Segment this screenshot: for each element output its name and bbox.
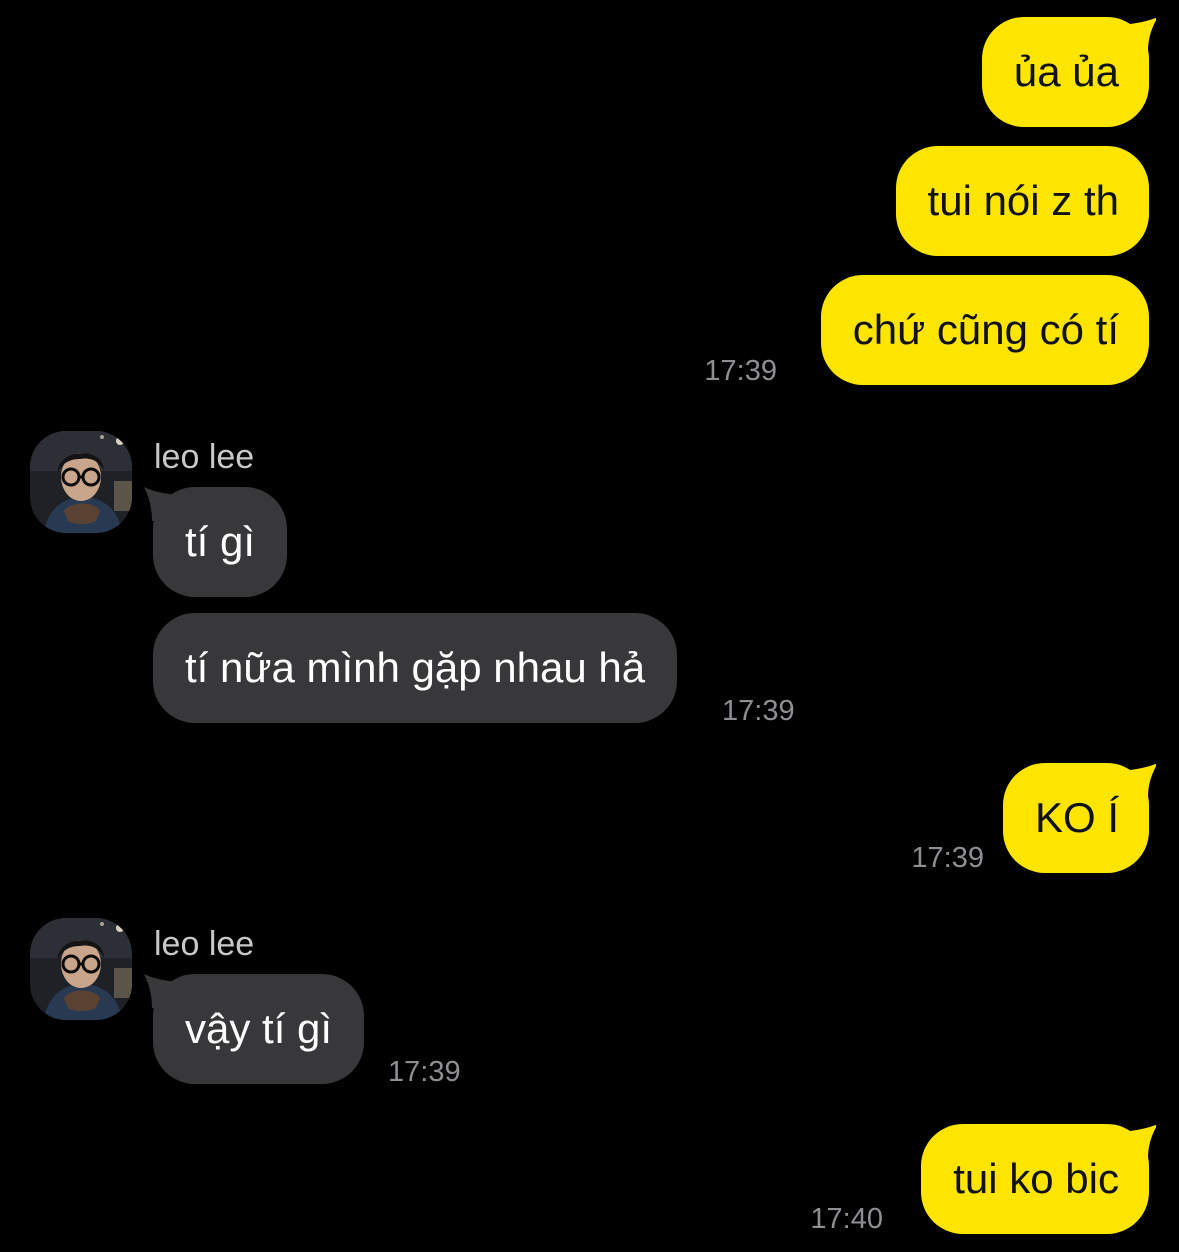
bubble-tail xyxy=(1122,763,1156,797)
bubble-tail xyxy=(1122,17,1156,51)
sender-avatar[interactable] xyxy=(30,431,132,533)
message-bubble-incoming[interactable]: tí nữa mình gặp nhau hả xyxy=(153,613,678,723)
message-text: tí nữa mình gặp nhau hả xyxy=(185,644,646,691)
message-timestamp: 17:39 xyxy=(911,842,984,874)
message-text: tui nói z th xyxy=(927,177,1119,224)
message-text: vậy tí gì xyxy=(185,1005,333,1052)
bubble-tail xyxy=(1122,1124,1156,1158)
profile-photo-icon xyxy=(30,431,132,533)
message-timestamp: 17:40 xyxy=(810,1203,883,1235)
message-text: tui ko bic xyxy=(953,1155,1119,1202)
message-bubble-outgoing[interactable]: chứ cũng có tí xyxy=(820,275,1149,385)
message-timestamp: 17:39 xyxy=(722,695,795,727)
message-bubble-incoming[interactable]: vậy tí gì xyxy=(153,974,365,1084)
message-text: ủa ủa xyxy=(1013,48,1119,95)
message-bubble-incoming[interactable]: tí gì xyxy=(153,487,288,597)
message-timestamp: 17:39 xyxy=(704,355,777,387)
message-bubble-outgoing[interactable]: tui ko bic xyxy=(921,1124,1149,1234)
profile-photo-icon xyxy=(30,918,132,1020)
message-text: tí gì xyxy=(185,518,256,565)
sender-name: leo lee xyxy=(154,438,255,476)
sender-name: leo lee xyxy=(154,925,255,963)
message-text: chứ cũng có tí xyxy=(852,306,1119,353)
message-timestamp: 17:39 xyxy=(388,1056,461,1088)
sender-avatar[interactable] xyxy=(30,918,132,1020)
message-bubble-outgoing[interactable]: tui nói z th xyxy=(895,146,1149,256)
message-text: KO Í xyxy=(1034,794,1119,841)
